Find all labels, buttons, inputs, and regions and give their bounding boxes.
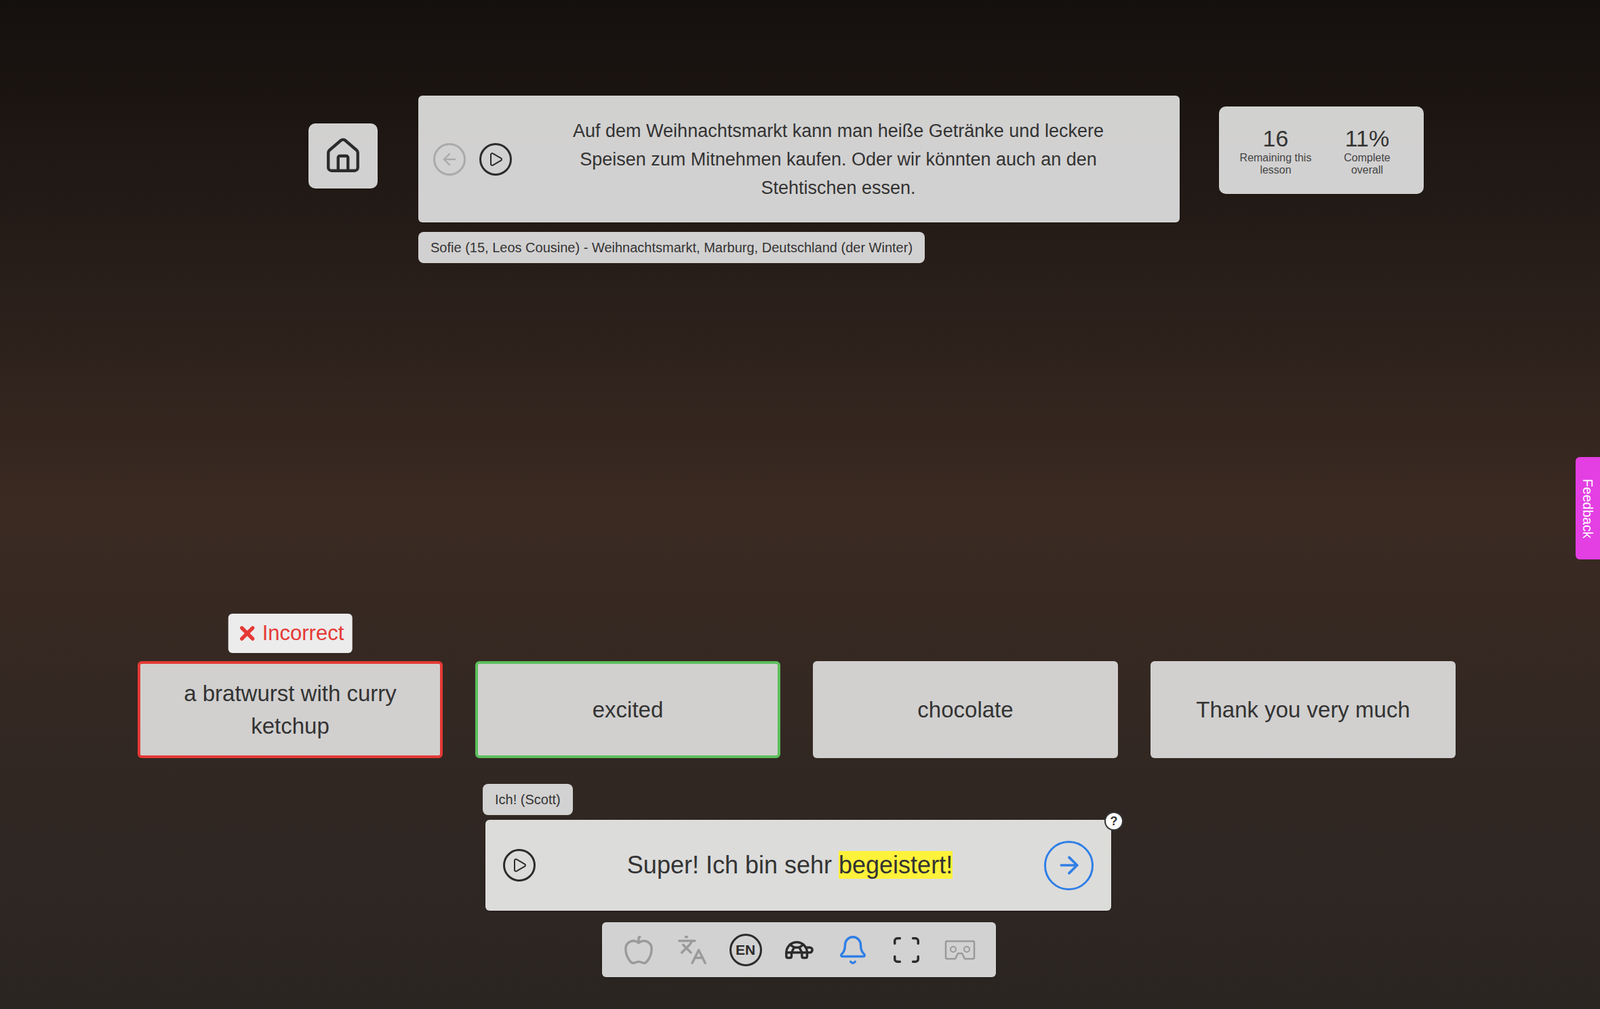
response-speaker: Ich! (Scott)	[482, 783, 573, 815]
stat-value: 16	[1263, 124, 1289, 152]
incorrect-badge: Incorrect	[228, 613, 353, 654]
submit-button[interactable]	[1044, 840, 1094, 891]
arrow-left-icon	[440, 149, 459, 169]
x-icon	[236, 622, 259, 645]
toolbar-button[interactable]	[884, 928, 929, 972]
translate-icon	[676, 934, 708, 966]
bell-icon	[837, 934, 869, 966]
apple-icon	[623, 934, 655, 966]
choice-button[interactable]: a bratwurst with curry ketchup	[137, 661, 443, 758]
vr-headset-icon	[944, 938, 976, 962]
stat: 16Remaining this lesson	[1235, 124, 1317, 177]
response-section: Ich! (Scott) Super! Ich bin sehrbegeister…	[0, 783, 1600, 977]
fullscreen-icon	[890, 934, 923, 966]
back-button[interactable]	[433, 143, 466, 176]
top-section: Auf dem Weihnachtsmarkt kann man heiße G…	[0, 0, 1600, 619]
toolbar-button[interactable]	[777, 928, 822, 972]
choice-wrapper: excited	[475, 661, 781, 758]
response-play-button[interactable]	[503, 848, 536, 882]
response-segment: Super! Ich bin sehr	[627, 850, 832, 879]
toolbar-button[interactable]	[938, 928, 982, 972]
choice-wrapper: Thank you very much	[1150, 661, 1456, 758]
prompt-text: Auf dem Weihnachtsmarkt kann man heiße G…	[511, 116, 1165, 203]
feedback-tab[interactable]: Feedback	[1575, 456, 1600, 560]
stat-label: Remaining this lesson	[1235, 151, 1317, 177]
choice-button[interactable]: Thank you very much	[1150, 661, 1456, 758]
stat: 11%Complete overall	[1326, 124, 1409, 177]
play-button[interactable]	[479, 143, 512, 176]
stats-panel: 16Remaining this lesson11%Complete overa…	[1218, 106, 1424, 194]
prompt-panel: Auf dem Weihnachtsmarkt kann man heiße G…	[418, 95, 1180, 223]
toolbar-button[interactable]	[616, 928, 661, 972]
help-button[interactable]: ?	[1104, 811, 1124, 831]
choice-button[interactable]: chocolate	[812, 661, 1118, 758]
toolbar-button[interactable]	[670, 928, 714, 972]
language-icon: EN	[729, 933, 763, 967]
prompt-column: Auf dem Weihnachtsmarkt kann man heiße G…	[418, 95, 1180, 264]
response-text: Super! Ich bin sehrbegeistert!	[535, 848, 1045, 882]
toolbar-button[interactable]: EN	[724, 928, 768, 972]
arrow-right-icon	[1055, 851, 1083, 879]
highlighted-word: begeistert!	[838, 850, 953, 879]
choice-wrapper: chocolate	[812, 661, 1118, 758]
home-icon	[323, 136, 363, 176]
toolbar-button[interactable]	[831, 928, 875, 972]
stat-label: Complete overall	[1326, 151, 1409, 177]
play-icon	[511, 856, 528, 874]
choices-row: Incorrecta bratwurst with curry ketchup e…	[0, 661, 1600, 758]
choice-wrapper: Incorrecta bratwurst with curry ketchup	[137, 661, 443, 758]
turtle-icon	[783, 934, 815, 966]
home-button[interactable]	[308, 123, 378, 189]
app: Auf dem Weihnachtsmarkt kann man heiße G…	[0, 0, 1600, 1009]
speaker-caption: Sofie (15, Leos Cousine) - Weihnachtsmar…	[418, 231, 925, 264]
toolbar: EN	[602, 922, 996, 977]
overlay: Auf dem Weihnachtsmarkt kann man heiße G…	[0, 0, 1600, 1009]
response-panel: Super! Ich bin sehrbegeistert!?	[485, 819, 1112, 911]
stat-value: 11%	[1345, 124, 1390, 152]
choice-button[interactable]: excited	[475, 661, 781, 758]
play-icon	[487, 151, 504, 168]
